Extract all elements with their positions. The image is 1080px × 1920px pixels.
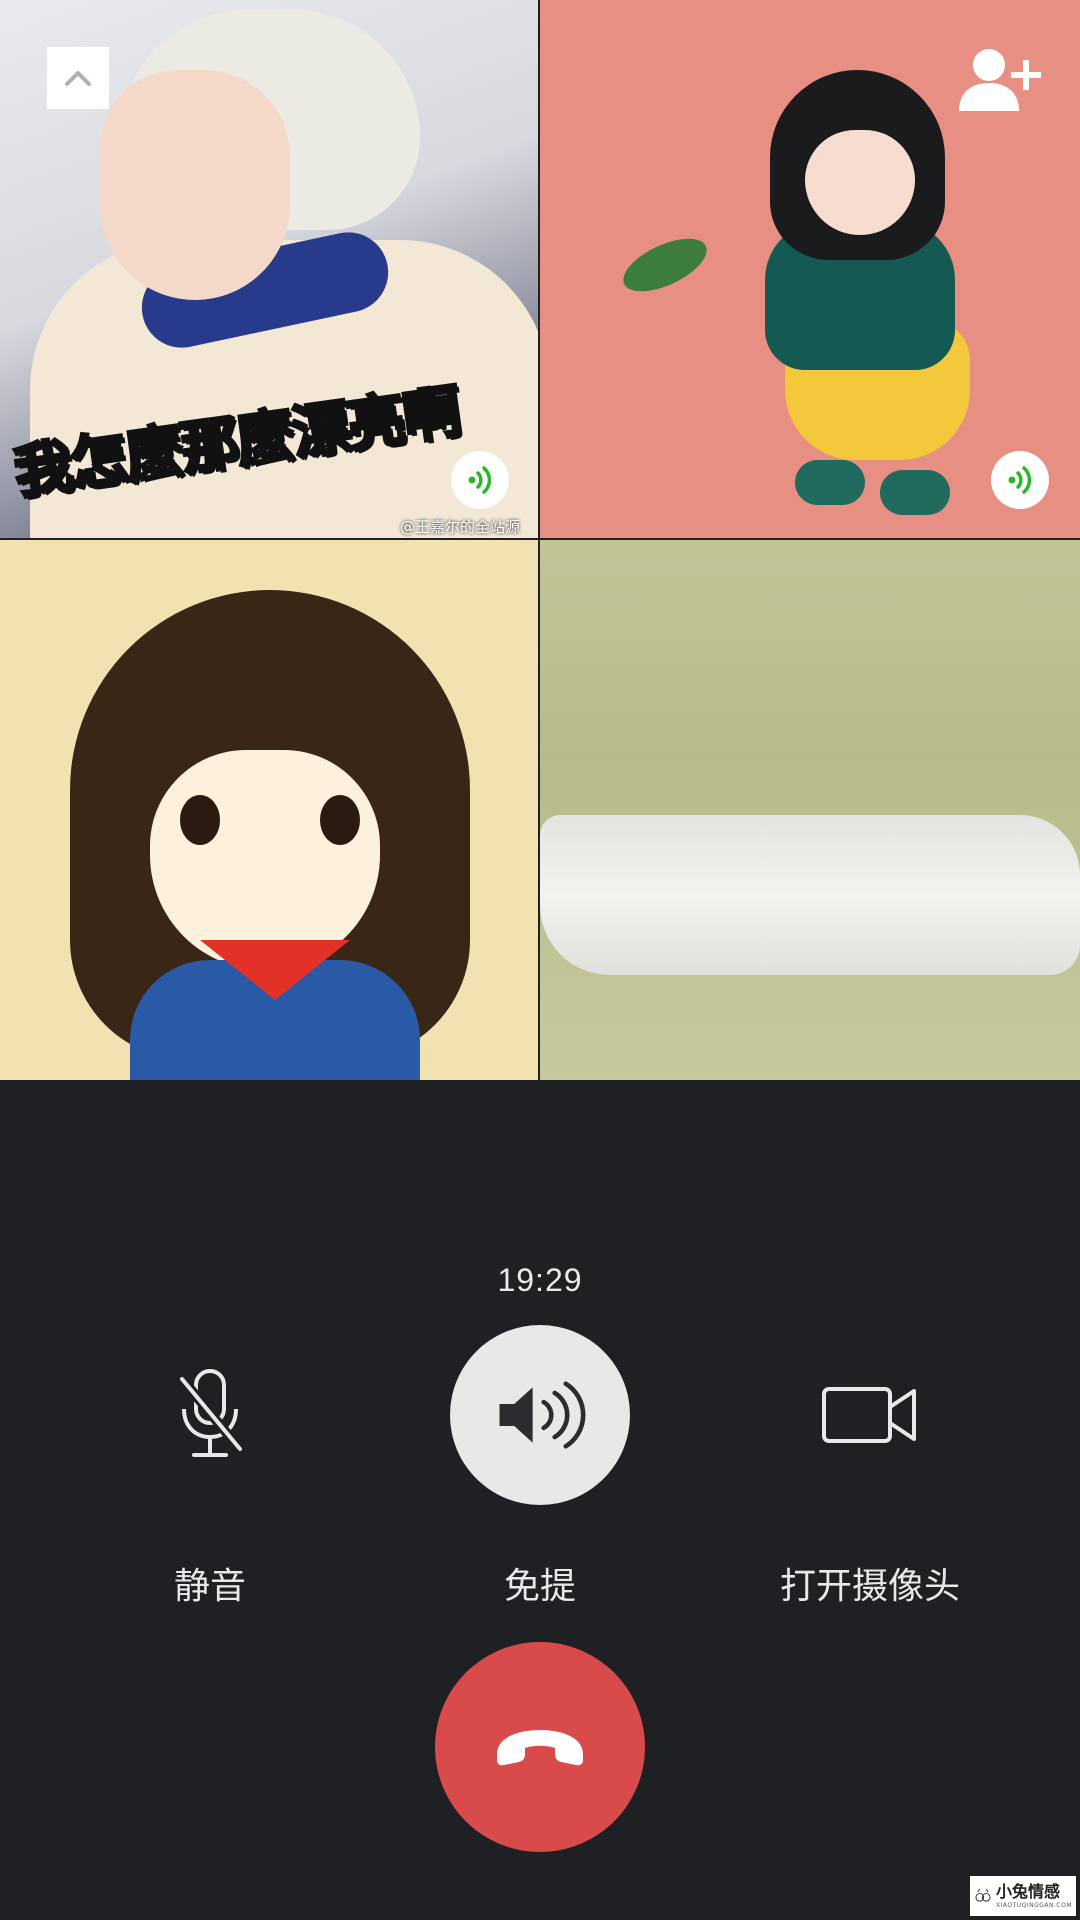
add-person-icon bbox=[959, 49, 1041, 111]
speaker-label: 免提 bbox=[503, 1566, 576, 1607]
participant-4-avatar-image bbox=[540, 815, 1080, 975]
participant-tile-4[interactable] bbox=[540, 540, 1080, 1080]
camera-label: 打开摄像头 bbox=[779, 1566, 960, 1607]
watermark-subtext: XIAOTUQINGGAN.COM bbox=[995, 1901, 1072, 1909]
participant-2-voice-indicator bbox=[991, 451, 1049, 509]
call-duration: 19:29 bbox=[497, 1262, 583, 1298]
participant-grid: 我怎麼那麼漂亮啊 @王嘉尔的全站源 bbox=[0, 0, 1080, 1080]
group-call-screen: 我怎麼那麼漂亮啊 @王嘉尔的全站源 19:29 静音 免提 打开摄像头 小兔情感… bbox=[0, 0, 1080, 1920]
avatar-decoration bbox=[150, 750, 380, 970]
mute-icon-wrap[interactable] bbox=[120, 1325, 300, 1505]
avatar-decoration bbox=[100, 70, 290, 300]
avatar-decoration bbox=[805, 130, 915, 235]
mute-button[interactable]: 静音 bbox=[60, 1325, 360, 1609]
camera-button[interactable]: 打开摄像头 bbox=[720, 1325, 1020, 1609]
avatar-credit-text: @王嘉尔的全站源 bbox=[400, 518, 521, 536]
chevron-up-icon bbox=[65, 71, 91, 86]
add-member-button[interactable] bbox=[955, 45, 1045, 117]
speaker-button[interactable]: 免提 bbox=[390, 1325, 690, 1609]
participant-tile-3[interactable] bbox=[0, 540, 540, 1080]
camera-icon-wrap[interactable] bbox=[780, 1325, 960, 1505]
avatar-decoration bbox=[180, 795, 220, 845]
hangup-button[interactable] bbox=[435, 1642, 645, 1852]
avatar-decoration bbox=[795, 460, 865, 505]
phone-hangup-icon bbox=[497, 1730, 583, 1766]
speaker-icon bbox=[499, 1381, 586, 1449]
mute-label: 静音 bbox=[173, 1566, 246, 1607]
avatar-decoration bbox=[320, 795, 360, 845]
watermark-text-group: 小兔情感 XIAOTUQINGGAN.COM bbox=[995, 1881, 1072, 1909]
video-camera-icon bbox=[822, 1387, 916, 1443]
participant-1-voice-indicator bbox=[451, 451, 509, 509]
voice-activity-icon bbox=[1008, 466, 1032, 494]
site-watermark: 小兔情感 XIAOTUQINGGAN.COM bbox=[970, 1876, 1076, 1916]
collapse-button[interactable] bbox=[47, 47, 109, 109]
microphone-off-icon bbox=[178, 1369, 244, 1457]
rabbit-logo-icon bbox=[975, 1888, 991, 1902]
voice-activity-icon bbox=[468, 466, 492, 494]
watermark-text: 小兔情感 bbox=[995, 1881, 1060, 1901]
avatar-decoration bbox=[615, 227, 715, 303]
speaker-icon-wrap[interactable] bbox=[450, 1325, 630, 1505]
avatar-decoration bbox=[880, 470, 950, 515]
